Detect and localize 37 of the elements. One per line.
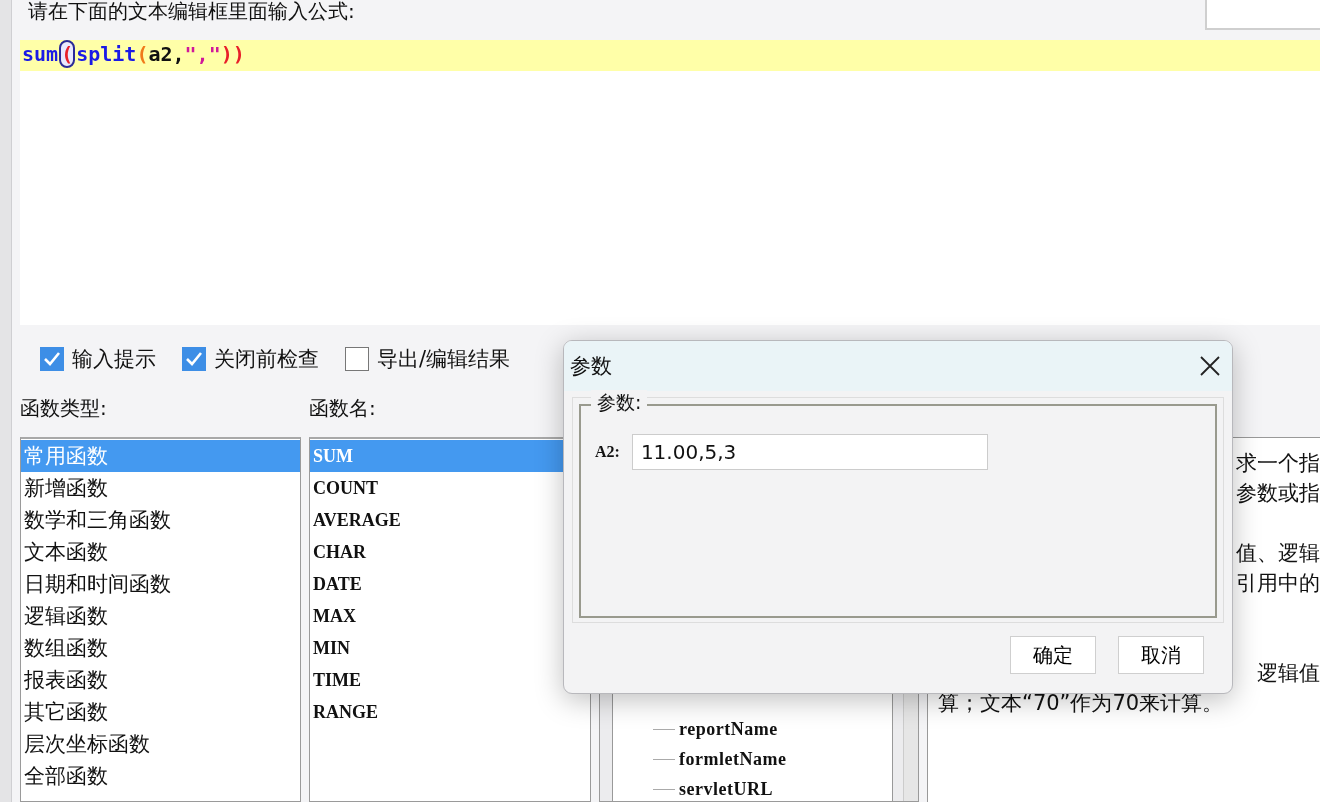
list-item[interactable]: 文本函数	[21, 536, 300, 568]
tree-item[interactable]: formletName	[679, 748, 787, 770]
list-item[interactable]: 日期和时间函数	[21, 568, 300, 600]
field-label: A2:	[595, 443, 620, 461]
ok-button[interactable]: 确定	[1010, 636, 1096, 674]
input-field[interactable]: 11.00,5,3	[631, 434, 988, 470]
dialog-title: 参数	[570, 353, 612, 380]
description-text: 值、逻辑	[1236, 541, 1320, 565]
list-item[interactable]: 全部函数	[21, 760, 300, 792]
description-text: 参数或指	[1236, 481, 1320, 505]
description-text: 算；文本“70”作为70来计算。	[938, 691, 1224, 715]
list-item[interactable]: 层次坐标函数	[21, 728, 300, 760]
checkbox-icon[interactable]	[40, 347, 64, 371]
list-item[interactable]: 其它函数	[21, 696, 300, 728]
list-item[interactable]: 新增函数	[21, 472, 300, 504]
prompt-label: 请在下面的文本编辑框里面输入公式:	[28, 0, 355, 24]
description-text: 逻辑值	[1257, 661, 1320, 685]
checkbox[interactable]: 输入提示	[40, 345, 156, 373]
list-item[interactable]: RANGE	[310, 696, 590, 728]
cancel-button[interactable]: 取消	[1118, 636, 1204, 674]
list-label: 函数类型:	[20, 395, 107, 422]
list-item[interactable]: 数学和三角函数	[21, 504, 300, 536]
checkbox[interactable]: 导出/编辑结果	[345, 345, 511, 373]
checkbox-icon[interactable]	[345, 347, 369, 371]
list-item[interactable]: 数组函数	[21, 632, 300, 664]
list-label: 函数名:	[309, 395, 376, 422]
list-item[interactable]: 报表函数	[21, 664, 300, 696]
input-field[interactable]	[1205, 0, 1320, 30]
tree-item[interactable]: servletURL	[679, 778, 773, 800]
checkbox-icon[interactable]	[182, 347, 206, 371]
list-item[interactable]: 逻辑函数	[21, 600, 300, 632]
description-text: 求一个指	[1236, 451, 1320, 475]
close-button[interactable]	[1198, 354, 1222, 378]
formula-editor[interactable]: sum(split(a2,","))	[20, 40, 1320, 325]
checkbox[interactable]: 关闭前检查	[182, 345, 319, 373]
description-text: 引用中的	[1236, 571, 1320, 595]
tree-item[interactable]: reportName	[679, 718, 778, 740]
